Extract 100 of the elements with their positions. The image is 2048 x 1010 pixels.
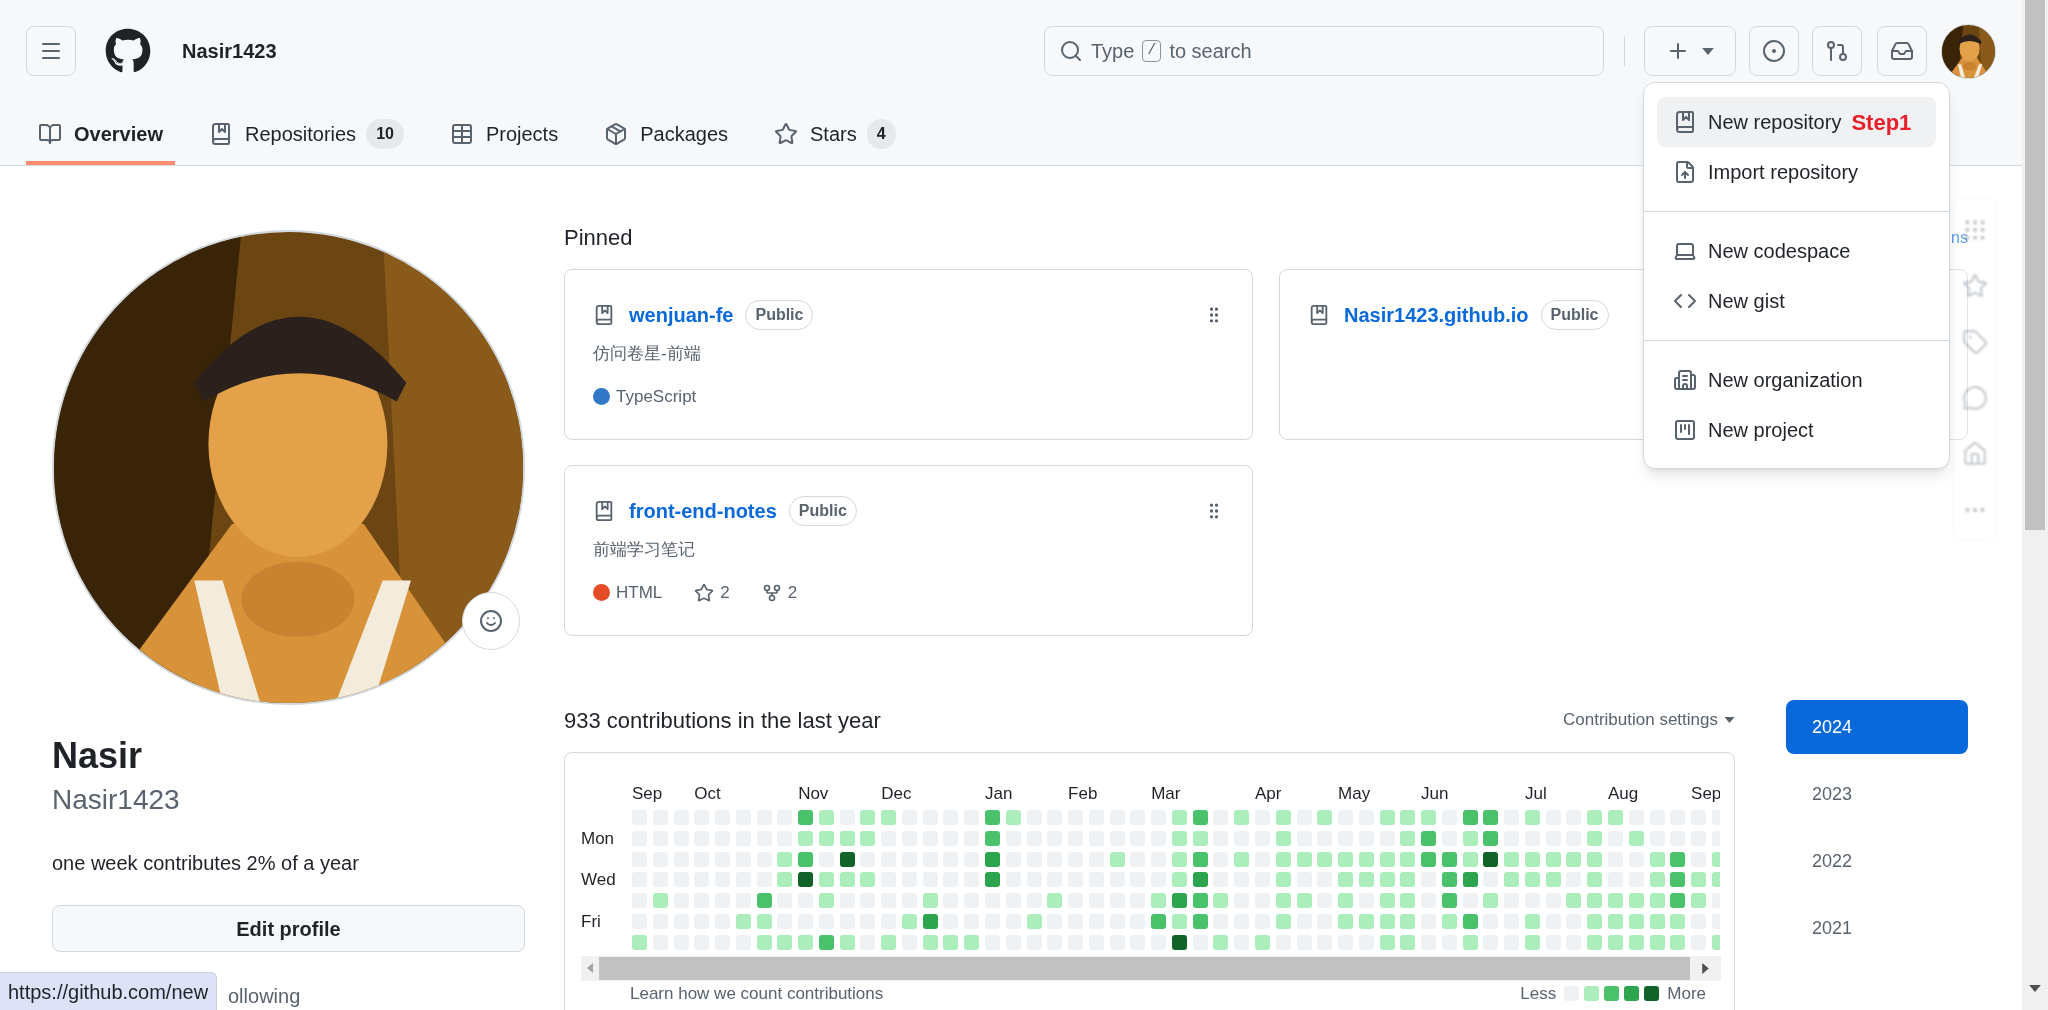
fork-count[interactable]: 2 — [787, 580, 798, 606]
inbox-button[interactable] — [1877, 26, 1927, 76]
contribution-cell[interactable] — [839, 851, 855, 867]
profile-tab[interactable]: Projects — [437, 103, 571, 165]
down-arrow-icon[interactable] — [2029, 985, 2041, 992]
contribution-cell[interactable] — [1171, 851, 1187, 867]
contribution-cell[interactable] — [1524, 810, 1540, 825]
scrollbar-thumb[interactable] — [2025, 0, 2045, 530]
contribution-cell[interactable] — [1441, 851, 1457, 867]
contribution-cell[interactable] — [1400, 872, 1416, 888]
repo-link[interactable]: Nasir1423.github.io — [1344, 300, 1529, 330]
contribution-cell[interactable] — [1358, 913, 1374, 929]
contribution-cell[interactable] — [1192, 810, 1208, 825]
contribution-cell[interactable] — [652, 893, 668, 909]
contribution-cell[interactable] — [1462, 913, 1478, 929]
contribution-cell[interactable] — [1358, 872, 1374, 888]
contribution-cell[interactable] — [1628, 830, 1644, 846]
contribution-cell[interactable] — [1524, 934, 1540, 950]
contribution-cell[interactable] — [1338, 913, 1354, 929]
contribution-cell[interactable] — [839, 830, 855, 846]
contribution-cell[interactable] — [860, 830, 876, 846]
contribution-cell[interactable] — [1441, 872, 1457, 888]
search-field[interactable]: Type / to search — [1044, 26, 1604, 76]
contribution-cell[interactable] — [1670, 913, 1686, 929]
contribution-cell[interactable] — [798, 872, 814, 888]
menu-item[interactable]: New repository Step1 — [1657, 97, 1936, 147]
contribution-cell[interactable] — [1587, 893, 1603, 909]
contribution-cell[interactable] — [922, 934, 938, 950]
left-arrow-icon[interactable] — [587, 963, 593, 974]
contribution-cell[interactable] — [1462, 830, 1478, 846]
issues-button[interactable] — [1749, 26, 1799, 76]
contribution-cell[interactable] — [1628, 934, 1644, 950]
contribution-cell[interactable] — [1587, 851, 1603, 867]
contribution-cell[interactable] — [1483, 830, 1499, 846]
contribution-cell[interactable] — [798, 810, 814, 825]
contribution-cell[interactable] — [1400, 913, 1416, 929]
menu-item[interactable]: New codespace — [1657, 226, 1936, 276]
contribution-cell[interactable] — [1317, 810, 1333, 825]
contribution-cell[interactable] — [1171, 872, 1187, 888]
contribution-cell[interactable] — [922, 913, 938, 929]
contribution-cell[interactable] — [1254, 934, 1270, 950]
contribution-cell[interactable] — [1649, 893, 1665, 909]
contribution-cell[interactable] — [1587, 872, 1603, 888]
contribution-cell[interactable] — [839, 872, 855, 888]
contribution-cell[interactable] — [798, 851, 814, 867]
page-scrollbar[interactable] — [2022, 0, 2048, 1010]
contribution-cell[interactable] — [901, 913, 917, 929]
contribution-cell[interactable] — [1358, 851, 1374, 867]
year-link[interactable]: 2023 — [1786, 767, 1968, 821]
contribution-cell[interactable] — [1649, 913, 1665, 929]
learn-more-link[interactable]: Learn how we count contributions — [630, 983, 884, 1004]
contribution-cell[interactable] — [1504, 851, 1520, 867]
contribution-cell[interactable] — [881, 934, 897, 950]
contribution-cell[interactable] — [1608, 913, 1623, 929]
contribution-cell[interactable] — [756, 913, 772, 929]
contribution-cell[interactable] — [1421, 810, 1437, 825]
menu-item[interactable]: Import repository — [1657, 147, 1936, 197]
year-link[interactable]: 2024 — [1786, 700, 1968, 754]
contribution-cell[interactable] — [1192, 913, 1208, 929]
menu-item[interactable]: New organization — [1657, 355, 1936, 405]
username-link[interactable]: Nasir1423 — [182, 36, 277, 66]
contribution-cell[interactable] — [756, 893, 772, 909]
menu-item[interactable]: New project — [1657, 405, 1936, 455]
contribution-cell[interactable] — [1649, 934, 1665, 950]
logo-icon[interactable] — [105, 28, 151, 74]
contribution-cell[interactable] — [818, 893, 834, 909]
contribution-cell[interactable] — [798, 934, 814, 950]
contribution-cell[interactable] — [1275, 830, 1291, 846]
contribution-cell[interactable] — [1151, 913, 1167, 929]
contribution-cell[interactable] — [1171, 893, 1187, 909]
contribution-cell[interactable] — [1275, 851, 1291, 867]
contribution-cell[interactable] — [1524, 872, 1540, 888]
contribution-cell[interactable] — [1462, 872, 1478, 888]
following-link[interactable]: ollowing — [228, 985, 301, 1007]
contribution-cell[interactable] — [756, 934, 772, 950]
contribution-settings-button[interactable]: Contribution settings — [1563, 707, 1735, 733]
contribution-cell[interactable] — [818, 872, 834, 888]
contribution-cell[interactable] — [1483, 810, 1499, 825]
contribution-cell[interactable] — [777, 934, 793, 950]
contribution-cell[interactable] — [1379, 893, 1395, 909]
contribution-cell[interactable] — [1400, 830, 1416, 846]
contribution-cell[interactable] — [1566, 893, 1582, 909]
contribution-cell[interactable] — [1379, 872, 1395, 888]
repo-link[interactable]: front-end-notes — [629, 496, 777, 526]
pull-requests-button[interactable] — [1812, 26, 1862, 76]
menu-button[interactable] — [26, 26, 76, 76]
contribution-cell[interactable] — [1462, 934, 1478, 950]
contribution-cell[interactable] — [777, 872, 793, 888]
contribution-cell[interactable] — [1524, 913, 1540, 929]
contribution-cell[interactable] — [860, 872, 876, 888]
star-count[interactable]: 2 — [720, 580, 730, 606]
contribution-cell[interactable] — [1213, 893, 1229, 909]
contribution-cell[interactable] — [1483, 851, 1499, 867]
contribution-cell[interactable] — [632, 934, 647, 950]
contribution-cell[interactable] — [818, 830, 834, 846]
contribution-cell[interactable] — [1608, 810, 1623, 825]
contribution-cell[interactable] — [1587, 913, 1603, 929]
contribution-cell[interactable] — [1275, 872, 1291, 888]
contribution-cell[interactable] — [777, 851, 793, 867]
contribution-cell[interactable] — [1628, 913, 1644, 929]
